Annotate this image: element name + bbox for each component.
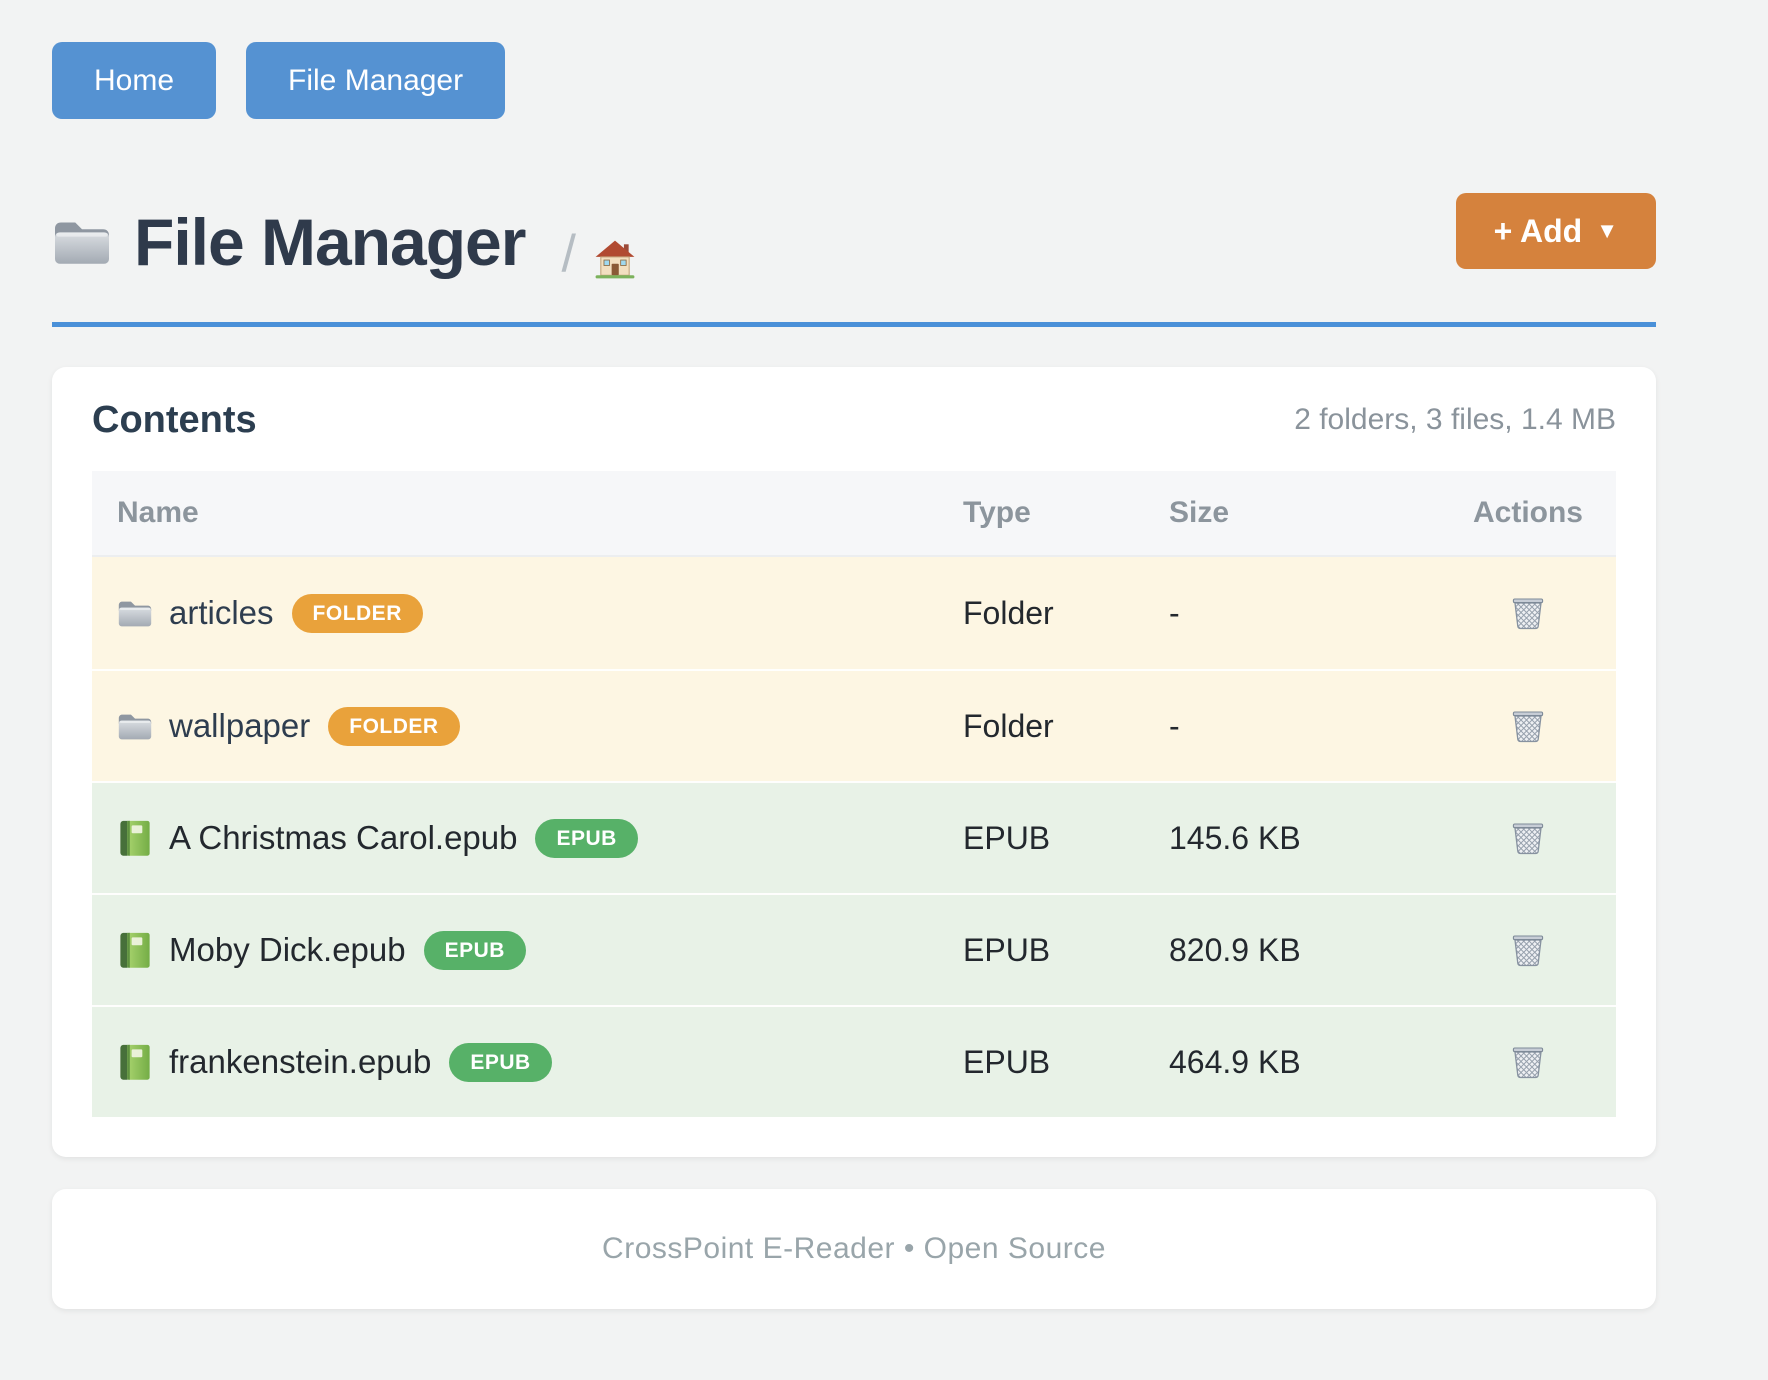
column-header-size: Size <box>1169 496 1440 530</box>
type-cell: Folder <box>963 708 1169 745</box>
table-row: A Christmas Carol.epub EPUB EPUB 145.6 K… <box>92 781 1616 893</box>
size-cell: 464.9 KB <box>1169 1044 1440 1081</box>
nav-home-button[interactable]: Home <box>52 42 216 119</box>
actions-cell <box>1440 929 1616 971</box>
actions-cell <box>1440 1041 1616 1083</box>
nav-file-manager-button[interactable]: File Manager <box>246 42 505 119</box>
column-header-name: Name <box>92 496 963 530</box>
file-type-icon <box>117 932 153 968</box>
file-name-link[interactable]: Moby Dick.epub <box>169 931 406 969</box>
file-name-link[interactable]: articles <box>169 594 274 632</box>
file-name-link[interactable]: A Christmas Carol.epub <box>169 819 517 857</box>
table-row: articles FOLDER Folder - <box>92 557 1616 669</box>
delete-button[interactable] <box>1506 929 1550 971</box>
wastebasket-icon <box>1510 709 1546 743</box>
file-kind-badge: FOLDER <box>328 707 459 746</box>
delete-button[interactable] <box>1506 817 1550 859</box>
type-cell: EPUB <box>963 1044 1169 1081</box>
table-header-row: Name Type Size Actions <box>92 471 1616 557</box>
breadcrumb-separator: / <box>561 228 575 280</box>
size-cell: - <box>1169 595 1440 632</box>
file-name-link[interactable]: wallpaper <box>169 707 310 745</box>
table-row: Moby Dick.epub EPUB EPUB 820.9 KB <box>92 893 1616 1005</box>
actions-cell <box>1440 705 1616 747</box>
actions-cell <box>1440 817 1616 859</box>
page-header: File Manager / + Add ▼ <box>52 202 1656 282</box>
column-header-type: Type <box>963 496 1169 530</box>
page-container: Home File Manager File Manager / + Add ▼… <box>52 0 1656 1309</box>
type-cell: EPUB <box>963 820 1169 857</box>
name-cell: Moby Dick.epub EPUB <box>92 931 963 970</box>
house-icon[interactable] <box>594 238 636 280</box>
file-type-icon <box>117 708 153 744</box>
contents-heading: Contents <box>92 399 257 442</box>
type-cell: EPUB <box>963 932 1169 969</box>
contents-card-header: Contents 2 folders, 3 files, 1.4 MB <box>92 395 1616 445</box>
size-cell: 145.6 KB <box>1169 820 1440 857</box>
footer-text: CrossPoint E-Reader • Open Source <box>602 1232 1106 1266</box>
file-name-link[interactable]: frankenstein.epub <box>169 1043 431 1081</box>
folder-icon <box>52 216 112 268</box>
wastebasket-icon <box>1510 596 1546 630</box>
file-kind-badge: EPUB <box>449 1043 551 1082</box>
name-cell: articles FOLDER <box>92 594 963 633</box>
type-cell: Folder <box>963 595 1169 632</box>
size-cell: 820.9 KB <box>1169 932 1440 969</box>
page-title: File Manager <box>134 204 525 280</box>
file-table: Name Type Size Actions articles FOLDER F… <box>92 471 1616 1117</box>
size-cell: - <box>1169 708 1440 745</box>
table-row: frankenstein.epub EPUB EPUB 464.9 KB <box>92 1005 1616 1117</box>
contents-card: Contents 2 folders, 3 files, 1.4 MB Name… <box>52 367 1656 1157</box>
file-type-icon <box>117 595 153 631</box>
name-cell: wallpaper FOLDER <box>92 707 963 746</box>
delete-button[interactable] <box>1506 592 1550 634</box>
file-kind-badge: EPUB <box>535 819 637 858</box>
footer: CrossPoint E-Reader • Open Source <box>52 1189 1656 1309</box>
column-header-actions: Actions <box>1440 496 1616 530</box>
name-cell: frankenstein.epub EPUB <box>92 1043 963 1082</box>
file-type-icon <box>117 1044 153 1080</box>
table-body: articles FOLDER Folder - wallpaper FOLDE… <box>92 557 1616 1117</box>
name-cell: A Christmas Carol.epub EPUB <box>92 819 963 858</box>
top-nav: Home File Manager <box>52 0 1656 119</box>
wastebasket-icon <box>1510 933 1546 967</box>
contents-summary: 2 folders, 3 files, 1.4 MB <box>1294 403 1616 437</box>
add-button-label: + Add <box>1494 213 1583 250</box>
wastebasket-icon <box>1510 1045 1546 1079</box>
file-kind-badge: EPUB <box>424 931 526 970</box>
chevron-down-icon: ▼ <box>1596 220 1618 242</box>
actions-cell <box>1440 592 1616 634</box>
file-type-icon <box>117 820 153 856</box>
file-kind-badge: FOLDER <box>292 594 423 633</box>
table-row: wallpaper FOLDER Folder - <box>92 669 1616 781</box>
title-divider <box>52 322 1656 327</box>
wastebasket-icon <box>1510 821 1546 855</box>
delete-button[interactable] <box>1506 705 1550 747</box>
delete-button[interactable] <box>1506 1041 1550 1083</box>
add-button[interactable]: + Add ▼ <box>1456 193 1656 269</box>
